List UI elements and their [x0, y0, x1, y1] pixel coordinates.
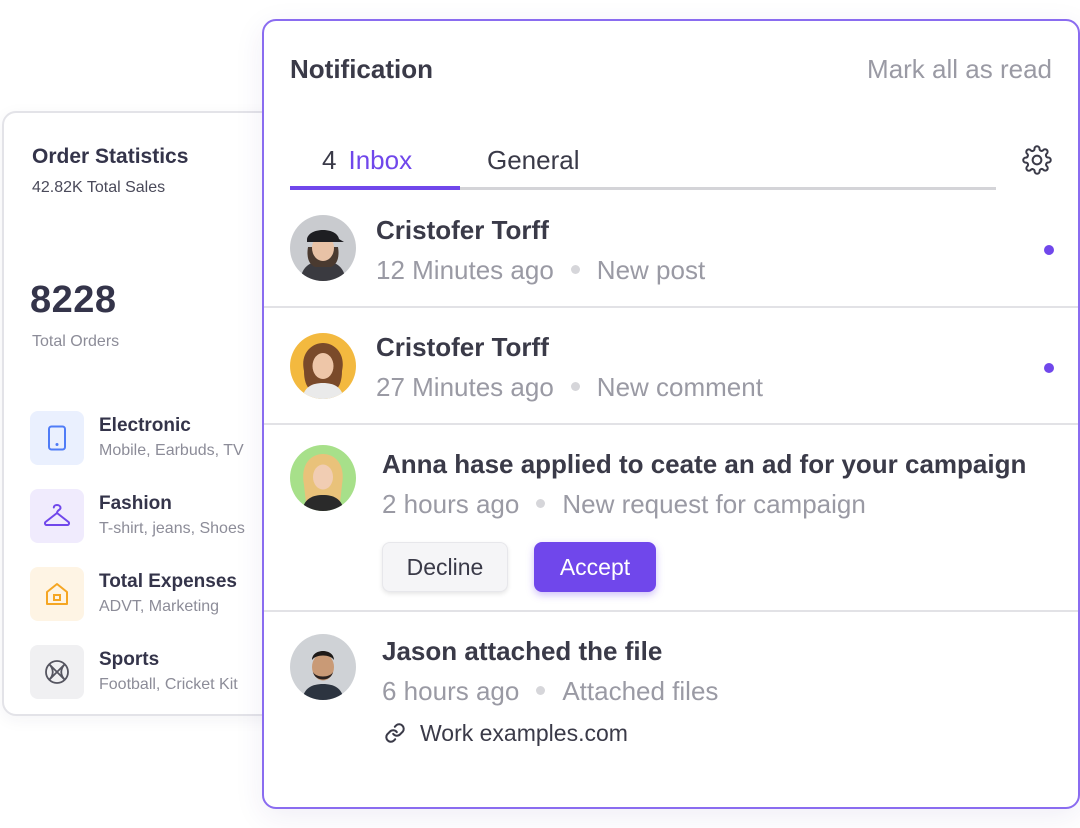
notification-time: 2 hours ago: [382, 489, 520, 519]
notification-meta: 6 hours ago Attached files: [382, 676, 718, 707]
separator-dot: [536, 685, 546, 695]
separator-dot: [570, 264, 580, 274]
hanger-icon: [30, 489, 84, 543]
avatar: [290, 634, 356, 700]
avatar: [290, 445, 356, 511]
unread-indicator: [1044, 363, 1054, 373]
notification-item[interactable]: Cristofer Torff 12 Minutes ago New post: [264, 191, 1078, 308]
link-icon: [384, 722, 406, 744]
tab-active-indicator: [290, 186, 460, 190]
category-desc: T-shirt, jeans, Shoes: [99, 520, 245, 537]
total-orders-value: 8228: [30, 279, 117, 321]
attachment-link-text: Work examples.com: [420, 720, 628, 746]
notification-time: 27 Minutes ago: [376, 372, 554, 402]
tab-inbox-label: Inbox: [348, 145, 413, 175]
notification-sender: Cristofer Torff: [376, 215, 549, 245]
notification-meta: 12 Minutes ago New post: [376, 255, 705, 286]
separator-dot: [536, 498, 546, 508]
notification-meta: 27 Minutes ago New comment: [376, 372, 763, 403]
notification-type: New comment: [596, 372, 763, 402]
category-name: Sports: [99, 649, 160, 670]
category-name: Electronic: [99, 415, 191, 436]
separator-dot: [570, 381, 580, 391]
category-name: Fashion: [99, 493, 172, 514]
accept-button[interactable]: Accept: [534, 542, 656, 592]
notification-meta: 2 hours ago New request for campaign: [382, 489, 866, 520]
mark-all-read-button[interactable]: Mark all as read: [867, 54, 1052, 85]
notification-message: Jason attached the file: [382, 636, 663, 666]
decline-button[interactable]: Decline: [382, 542, 508, 592]
notification-title: Notification: [290, 54, 433, 84]
tab-general[interactable]: General: [487, 145, 580, 176]
category-desc: ADVT, Marketing: [99, 598, 220, 615]
category-name: Total Expenses: [99, 571, 237, 592]
notification-item[interactable]: Anna hase applied to ceate an ad for you…: [264, 423, 1078, 610]
home-icon: [30, 567, 84, 621]
gear-icon[interactable]: [1022, 145, 1052, 175]
attachment-link[interactable]: Work examples.com: [384, 720, 628, 747]
stats-title: Order Statistics: [32, 145, 189, 168]
unread-indicator: [1044, 245, 1054, 255]
category-sports[interactable]: Sports Football, Cricket Kit: [30, 645, 300, 701]
notification-type: New post: [596, 255, 706, 285]
notification-item[interactable]: Jason attached the file 6 hours ago Attac…: [264, 610, 1078, 807]
notification-item[interactable]: Cristofer Torff 27 Minutes ago New commen…: [264, 306, 1078, 423]
basketball-icon: [30, 645, 84, 699]
category-desc: Football, Cricket Kit: [99, 676, 238, 693]
notification-panel: Notification Mark all as read 4 Inbox Gen…: [262, 19, 1080, 809]
category-desc: Mobile, Earbuds, TV: [99, 442, 244, 459]
notification-tabs: 4 Inbox General: [264, 139, 1078, 191]
stats-subtitle: 42.82K Total Sales: [32, 179, 166, 196]
notification-type: New request for campaign: [562, 489, 866, 519]
tab-inbox[interactable]: 4 Inbox: [322, 145, 412, 176]
category-total-expenses[interactable]: Total Expenses ADVT, Marketing: [30, 567, 300, 623]
notification-time: 6 hours ago: [382, 676, 520, 706]
tablet-icon: [30, 411, 84, 465]
notification-type: Attached files: [562, 676, 719, 706]
notification-time: 12 Minutes ago: [376, 255, 554, 285]
inbox-count: 4: [322, 145, 337, 175]
notification-sender: Cristofer Torff: [376, 332, 549, 362]
order-statistics-card: Order Statistics 42.82K Total Sales 8228…: [2, 111, 302, 716]
total-orders-label: Total Orders: [32, 333, 120, 350]
category-electronic[interactable]: Electronic Mobile, Earbuds, TV: [30, 411, 300, 467]
avatar: [290, 215, 356, 281]
avatar: [290, 333, 356, 399]
notification-message: Anna hase applied to ceate an ad for you…: [382, 449, 1027, 479]
category-fashion[interactable]: Fashion T-shirt, jeans, Shoes: [30, 489, 300, 545]
